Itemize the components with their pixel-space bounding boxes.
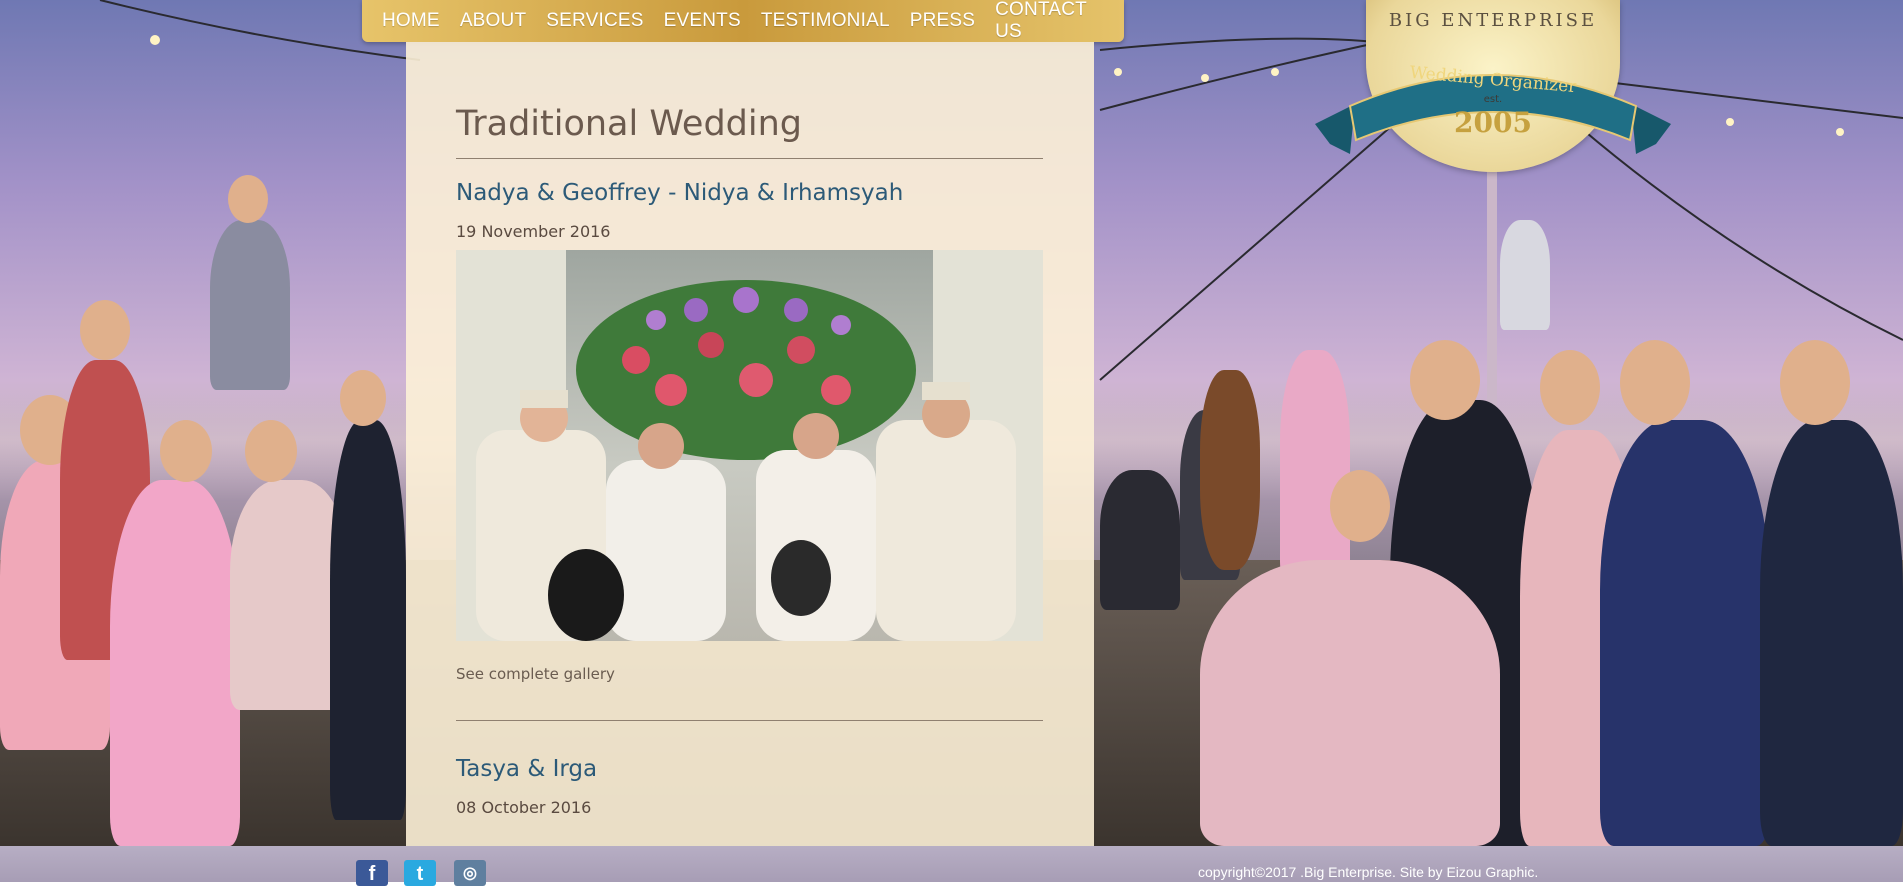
main-nav: HOME ABOUT SERVICES EVENTS TESTIMONIAL P… xyxy=(362,0,1124,42)
guest-figure xyxy=(1600,420,1770,846)
nav-item-press[interactable]: PRESS xyxy=(910,10,975,32)
footer: f t ◎ copyright©2017 .Big Enterprise. Si… xyxy=(0,846,1903,886)
wedding-photo-illustration xyxy=(456,250,1043,641)
guest-figure xyxy=(110,480,240,846)
see-gallery-link[interactable]: See complete gallery xyxy=(456,665,615,683)
cello xyxy=(1200,370,1260,570)
logo-year: 2005 xyxy=(1454,106,1532,139)
guest-head xyxy=(1620,340,1690,425)
post-title-link[interactable]: Nadya & Geoffrey - Nidya & Irhamsyah xyxy=(456,180,903,206)
nav-item-home[interactable]: HOME xyxy=(382,10,440,32)
copyright-text: copyright©2017 .Big Enterprise. Site by … xyxy=(1198,864,1539,880)
guest-head xyxy=(228,175,268,223)
post-photo[interactable] xyxy=(456,250,1043,641)
guest-figure xyxy=(1280,350,1350,580)
post-title-link[interactable]: Tasya & Irga xyxy=(456,756,597,782)
brand-logo[interactable]: BIG ENTERPRISE Wedding Organizer est. 20… xyxy=(1310,0,1676,180)
post-date: 19 November 2016 xyxy=(456,222,611,241)
guest-head xyxy=(80,300,130,360)
nav-item-services[interactable]: SERVICES xyxy=(546,10,643,32)
post-divider xyxy=(456,720,1043,721)
page-title: Traditional Wedding xyxy=(456,104,803,144)
facebook-icon[interactable]: f xyxy=(356,860,388,886)
guest-head xyxy=(1540,350,1600,425)
twitter-icon[interactable]: t xyxy=(404,860,436,886)
title-divider xyxy=(456,158,1043,159)
guest-figure xyxy=(1200,560,1500,846)
guest-head xyxy=(245,420,297,482)
guest-head xyxy=(1410,340,1480,420)
logo-brand-name: BIG ENTERPRISE xyxy=(1388,10,1598,31)
guest-head xyxy=(340,370,386,426)
guest-figure xyxy=(1500,220,1550,330)
content-panel: Traditional Wedding Nadya & Geoffrey - N… xyxy=(406,42,1094,846)
nav-item-events[interactable]: EVENTS xyxy=(664,10,741,32)
guest-head xyxy=(1780,340,1850,425)
guest-head xyxy=(1330,470,1390,542)
guest-figure xyxy=(1760,420,1903,846)
guest-figure xyxy=(1100,470,1180,610)
guest-figure xyxy=(210,220,290,390)
guest-figure xyxy=(330,420,406,820)
nav-item-about[interactable]: ABOUT xyxy=(460,10,526,32)
nav-item-testimonial[interactable]: TESTIMONIAL xyxy=(761,10,890,32)
nav-item-contact-us[interactable]: CONTACT US xyxy=(995,0,1104,43)
post-date: 08 October 2016 xyxy=(456,798,592,817)
logo-est: est. xyxy=(1483,94,1503,105)
guest-head xyxy=(160,420,212,482)
instagram-icon[interactable]: ◎ xyxy=(454,860,486,886)
